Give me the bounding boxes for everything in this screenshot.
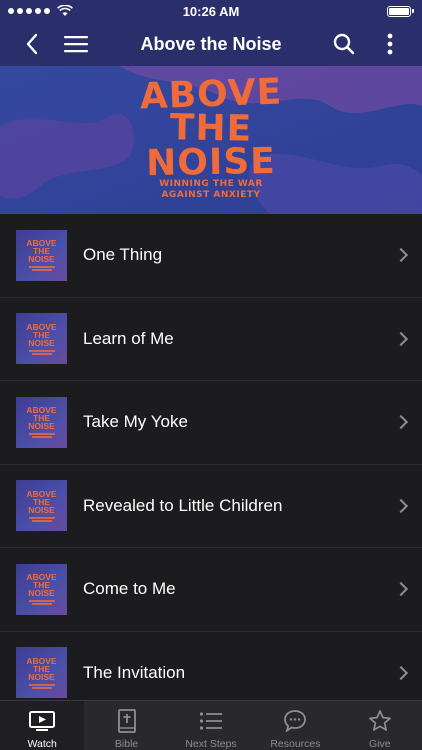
- chevron-right-icon: [393, 498, 409, 513]
- page-title: Above the Noise: [140, 34, 282, 54]
- list-icon: [199, 712, 223, 730]
- tab-resources[interactable]: Resources: [253, 701, 337, 750]
- thumbnail-text-line3: NOISE: [28, 671, 55, 682]
- episode-title: Learn of Me: [83, 328, 174, 348]
- episode-title: Come to Me: [83, 579, 176, 599]
- thumbnail-text-line3: NOISE: [28, 588, 55, 599]
- menu-button[interactable]: [56, 22, 96, 66]
- episode-title: Take My Yoke: [83, 412, 188, 432]
- menu-icon: [64, 36, 88, 53]
- series-banner: ABOVE THE NOISE WINNING THE WAR AGAINST …: [0, 66, 422, 214]
- episode-row[interactable]: ABOVE THE NOISE The Invitation: [0, 632, 422, 701]
- episode-thumbnail: ABOVE THE NOISE: [16, 480, 67, 532]
- episode-title: Revealed to Little Children: [83, 495, 283, 515]
- wifi-icon: [57, 5, 73, 16]
- tab-label: Bible: [114, 738, 139, 750]
- battery-icon: [387, 5, 414, 17]
- tab-label: Resources: [270, 738, 321, 750]
- episode-row[interactable]: ABOVE THE NOISE One Thing: [0, 214, 422, 298]
- tab-label: Watch: [27, 738, 57, 750]
- chevron-right-icon: [393, 665, 409, 680]
- tab-give[interactable]: Give: [338, 701, 422, 750]
- episode-row[interactable]: ABOVE THE NOISE Learn of Me: [0, 298, 422, 381]
- navigation-bar: Above the Noise: [0, 22, 422, 66]
- tab-bar: Watch Bible Next Steps Resources Give: [0, 700, 422, 750]
- bible-icon: [117, 709, 136, 733]
- tv-icon: [29, 711, 56, 731]
- banner-subtitle-line2: AGAINST ANXIETY: [161, 190, 261, 200]
- chevron-right-icon: [393, 582, 409, 597]
- episode-row[interactable]: ABOVE THE NOISE Revealed to Little Child…: [0, 465, 422, 548]
- episode-thumbnail: ABOVE THE NOISE: [16, 563, 67, 615]
- episode-row[interactable]: ABOVE THE NOISE Come to Me: [0, 548, 422, 632]
- back-icon: [26, 33, 38, 55]
- episode-list: ABOVE THE NOISE One Thing ABOVE THE NOIS…: [0, 214, 422, 700]
- chevron-right-icon: [393, 248, 409, 263]
- chevron-right-icon: [393, 331, 409, 346]
- tab-next-steps[interactable]: Next Steps: [169, 701, 253, 750]
- episode-row[interactable]: ABOVE THE NOISE Take My Yoke: [0, 381, 422, 465]
- tab-watch[interactable]: Watch: [0, 701, 85, 750]
- thumbnail-text-line3: NOISE: [28, 337, 55, 348]
- search-icon: [333, 33, 355, 55]
- thumbnail-text-line3: NOISE: [28, 254, 55, 265]
- episode-thumbnail: ABOVE THE NOISE: [16, 313, 67, 365]
- more-icon: [387, 33, 393, 55]
- tab-label: Next Steps: [185, 738, 237, 750]
- thumbnail-text-line3: NOISE: [28, 421, 55, 432]
- tab-label: Give: [369, 738, 391, 750]
- episode-thumbnail: ABOVE THE NOISE: [16, 396, 67, 448]
- episode-title: The Invitation: [83, 662, 186, 682]
- star-icon: [368, 710, 391, 731]
- episode-title: One Thing: [83, 245, 163, 265]
- tab-bible[interactable]: Bible: [84, 701, 168, 750]
- episode-thumbnail: ABOVE THE NOISE: [16, 647, 67, 699]
- thumbnail-text-line3: NOISE: [28, 504, 55, 515]
- more-button[interactable]: [370, 22, 410, 66]
- banner-subtitle-line1: WINNING THE WAR: [159, 179, 263, 189]
- search-button[interactable]: [324, 22, 364, 66]
- back-button[interactable]: [12, 22, 52, 66]
- signal-indicator: [8, 5, 73, 17]
- chat-icon: [284, 710, 307, 733]
- status-bar: 10:26 AM: [0, 0, 422, 22]
- chevron-right-icon: [393, 415, 409, 430]
- episode-thumbnail: ABOVE THE NOISE: [16, 229, 67, 281]
